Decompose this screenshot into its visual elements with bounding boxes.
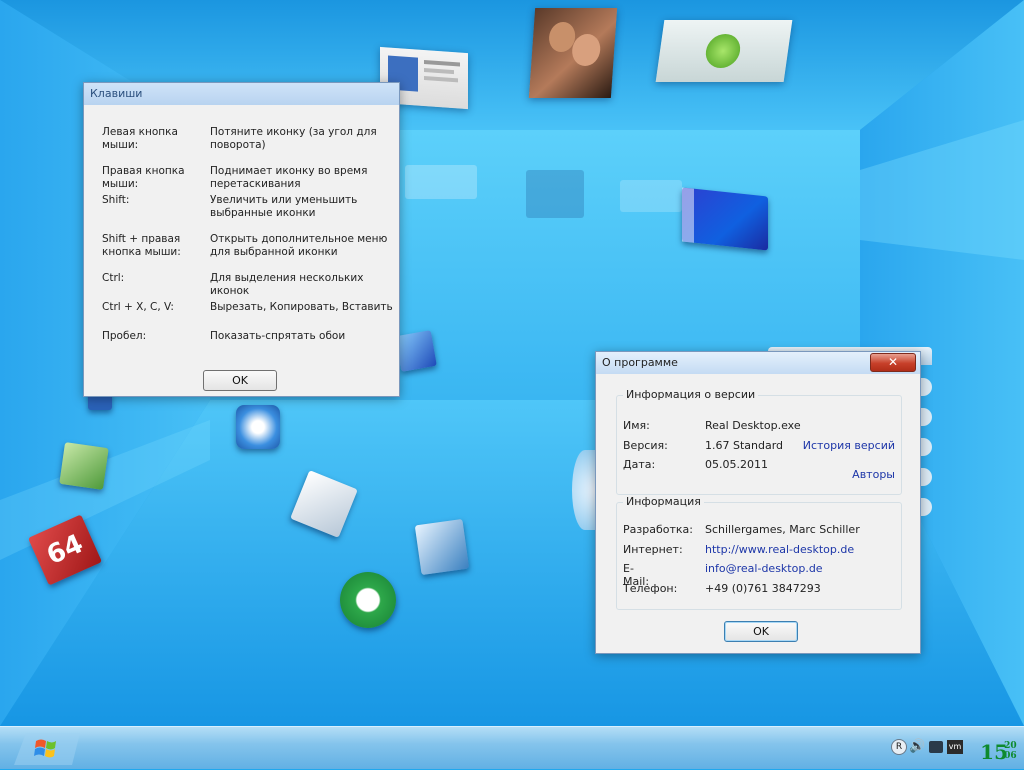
name-label: Имя: (623, 419, 650, 432)
info-group: Информация Разработка: Schillergames, Ma… (616, 495, 902, 610)
authors-link[interactable]: Авторы (852, 468, 895, 481)
keys-dialog-title: Клавиши (90, 87, 143, 100)
faded-window-icon-2[interactable] (620, 180, 682, 212)
key-label: Пробел: (102, 330, 147, 342)
about-ok-button[interactable]: OK (724, 621, 798, 642)
clock[interactable]: 15 20 06 (980, 741, 1017, 763)
developer-value: Schillergames, Marc Schiller (705, 523, 860, 536)
faded-photo-icon[interactable] (526, 170, 584, 218)
photo-thumbnail[interactable] (528, 8, 618, 98)
about-dialog-title: О программе (602, 356, 678, 369)
version-group-legend: Информация о версии (623, 388, 759, 401)
key-label: Shift + правая кнопка мыши: (102, 233, 181, 258)
version-group: Информация о версии Имя: Real Desktop.ex… (616, 388, 902, 495)
date-label: Дата: (623, 458, 656, 471)
about-dialog-titlebar[interactable]: О программе ✕ (596, 352, 920, 374)
key-label: Shift: (102, 194, 130, 206)
about-dialog: О программе ✕ Информация о версии Имя: R… (595, 351, 921, 654)
version-value: 1.67 Standard (705, 439, 784, 452)
faded-window-icon[interactable] (405, 165, 477, 199)
website-label: Интернет: (623, 543, 683, 556)
close-icon[interactable]: ✕ (870, 353, 916, 372)
key-action: Вырезать, Копировать, Вставить (210, 301, 393, 313)
name-value: Real Desktop.exe (705, 419, 801, 432)
key-action: Потяните иконку (за угол для поворота) (210, 126, 377, 151)
system-tray: R 🔊 vm 15 20 06 (883, 733, 1018, 763)
vu-app-icon[interactable] (236, 405, 280, 449)
key-action: Показать-спрятать обои (210, 330, 346, 342)
key-label: Правая кнопка мыши: (102, 165, 185, 190)
vm-tray-icon[interactable]: vm (947, 740, 963, 754)
developer-label: Разработка: (623, 523, 693, 536)
keys-dialog: Клавиши Левая кнопка мыши: Потяните икон… (83, 82, 400, 397)
key-action: Увеличить или уменьшить выбранные иконки (210, 194, 358, 219)
key-label: Левая кнопка мыши: (102, 126, 178, 151)
phone-value: +49 (0)761 3847293 (705, 582, 821, 595)
keys-ok-button[interactable]: OK (203, 370, 277, 391)
key-label: Ctrl + X, C, V: (102, 301, 174, 313)
windows-logo-icon (14, 733, 80, 765)
media-player-thumbnail[interactable] (655, 20, 793, 82)
start-button[interactable] (10, 729, 88, 767)
website-link[interactable]: http://www.real-desktop.de (705, 543, 854, 556)
keys-dialog-titlebar[interactable]: Клавиши (84, 83, 399, 105)
version-history-link[interactable]: История версий (803, 439, 895, 452)
key-action: Открыть дополнительное меню для выбранно… (210, 233, 388, 258)
software-box-icon[interactable] (682, 187, 768, 251)
speaker-icon[interactable]: 🔊 (909, 739, 925, 754)
info-group-legend: Информация (623, 495, 704, 508)
blue-app-icon[interactable] (395, 330, 437, 372)
clock-minute: 20 (1004, 741, 1017, 751)
computer-app-icon[interactable] (414, 518, 470, 576)
key-action: Поднимает иконку во время перетаскивания (210, 165, 368, 190)
clock-sub: 06 (1004, 751, 1017, 761)
key-action: Для выделения нескольких иконок (210, 272, 364, 297)
taskbar: R 🔊 vm 15 20 06 (0, 726, 1024, 769)
r-tray-icon[interactable]: R (891, 739, 907, 755)
disc-app-icon[interactable] (59, 442, 109, 490)
key-label: Ctrl: (102, 272, 125, 284)
version-label: Версия: (623, 439, 668, 452)
phone-label: Телефон: (623, 582, 678, 595)
email-link[interactable]: info@real-desktop.de (705, 562, 823, 575)
date-value: 05.05.2011 (705, 458, 768, 471)
network-icon[interactable] (929, 741, 943, 753)
